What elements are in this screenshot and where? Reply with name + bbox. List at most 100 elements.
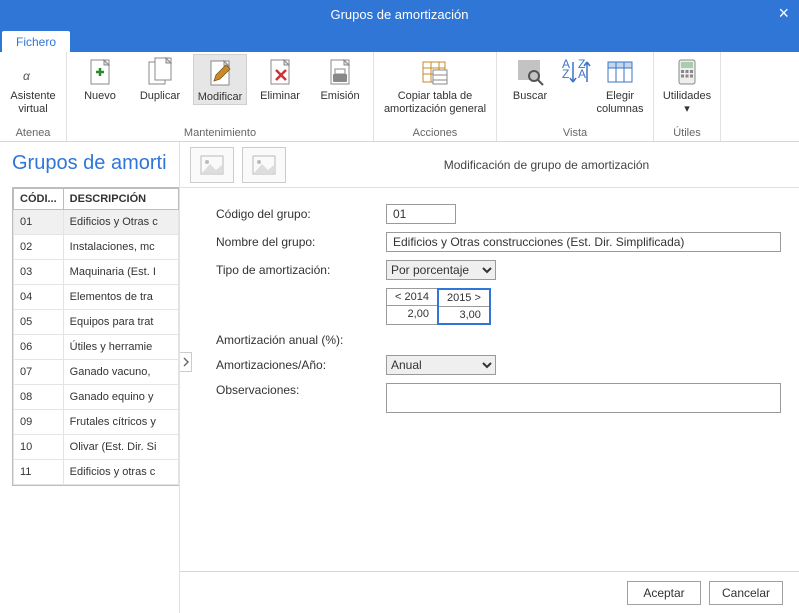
search-icon xyxy=(514,56,546,88)
column-header[interactable]: CÓDI... xyxy=(14,189,64,210)
year-tabs: < 20142,002015 >3,00 xyxy=(386,288,781,325)
cell-code: 03 xyxy=(14,260,64,285)
edit-form: Código del grupo: Nombre del grupo: Tipo… xyxy=(180,188,799,424)
svg-text:A: A xyxy=(578,67,586,81)
table-row[interactable]: 03Maquinaria (Est. I xyxy=(14,260,179,285)
cell-desc: Equipos para trat xyxy=(63,310,178,335)
file-edit-icon xyxy=(204,57,236,89)
table-row[interactable]: 07Ganado vacuno, xyxy=(14,360,179,385)
textarea-obs[interactable] xyxy=(386,383,781,413)
panel-title: Modificación de grupo de amortización xyxy=(294,158,799,172)
cell-desc: Ganado vacuno, xyxy=(63,360,178,385)
panel-header: Modificación de grupo de amortización xyxy=(180,142,799,188)
cell-code: 10 xyxy=(14,435,64,460)
cell-code: 09 xyxy=(14,410,64,435)
button-label: Elegir columnas xyxy=(593,90,647,115)
button-label: Emisión xyxy=(320,90,359,103)
input-nombre[interactable] xyxy=(386,232,781,252)
buscar-button[interactable]: Buscar xyxy=(503,54,557,115)
page-title: Grupos de amorti xyxy=(12,152,179,175)
label-nombre: Nombre del grupo: xyxy=(216,235,386,249)
sort-icon: AZZA xyxy=(559,56,591,88)
select-amort-ano[interactable]: Anual xyxy=(386,355,496,375)
group-caption: Útiles xyxy=(673,125,701,141)
button-label: Eliminar xyxy=(260,90,300,103)
cell-code: 05 xyxy=(14,310,64,335)
year-column: 2015 >3,00 xyxy=(437,288,491,325)
dialog-footer: Aceptar Cancelar xyxy=(180,571,799,613)
year-column: < 20142,00 xyxy=(386,288,438,325)
elegir-button[interactable]: Elegir columnas xyxy=(593,54,647,115)
tab-fichero[interactable]: Fichero xyxy=(2,31,70,52)
table-row[interactable]: 04Elementos de tra xyxy=(14,285,179,310)
calc-icon xyxy=(671,56,703,88)
year-value[interactable]: 2,00 xyxy=(387,306,437,322)
eliminar-button[interactable]: Eliminar xyxy=(253,54,307,105)
label-anual: Amortización anual (%): xyxy=(216,333,386,347)
cell-code: 06 xyxy=(14,335,64,360)
cell-code: 04 xyxy=(14,285,64,310)
window-title: Grupos de amortización xyxy=(0,7,799,22)
select-tipo[interactable]: Por porcentaje xyxy=(386,260,496,280)
table-row[interactable]: 09Frutales cítricos y xyxy=(14,410,179,435)
button-label: Nuevo xyxy=(84,90,116,103)
table-row[interactable]: 05Equipos para trat xyxy=(14,310,179,335)
cell-desc: Olivar (Est. Dir. Si xyxy=(63,435,178,460)
button-label: Duplicar xyxy=(140,90,180,103)
cell-desc: Edificios y otras c xyxy=(63,460,178,485)
group-caption: Acciones xyxy=(413,125,458,141)
button-label: Modificar xyxy=(198,91,243,104)
columns-icon xyxy=(604,56,636,88)
label-amort-ano: Amortizaciones/Año: xyxy=(216,358,386,372)
cell-desc: Instalaciones, mc xyxy=(63,235,178,260)
image-placeholder-1[interactable] xyxy=(190,147,234,183)
cell-code: 01 xyxy=(14,210,64,235)
file-copy-icon xyxy=(144,56,176,88)
table-copy-icon xyxy=(419,56,451,88)
duplicar-button[interactable]: Duplicar xyxy=(133,54,187,105)
accept-button[interactable]: Aceptar xyxy=(627,581,701,605)
label-codigo: Código del grupo: xyxy=(216,207,386,221)
year-header[interactable]: 2015 > xyxy=(439,290,489,307)
tabstrip: Fichero xyxy=(0,28,799,52)
input-codigo[interactable] xyxy=(386,204,456,224)
cell-desc: Edificios y Otras c xyxy=(63,210,178,235)
data-grid[interactable]: CÓDI...DESCRIPCIÓN01Edificios y Otras c0… xyxy=(12,187,179,486)
asistente-button[interactable]: α Asistente virtual xyxy=(6,54,60,115)
ribbon: α Asistente virtual Atenea Nuevo Duplicar Mod… xyxy=(0,52,799,142)
utilidades-button[interactable]: Utilidades ▾ xyxy=(660,54,714,115)
sort-button[interactable]: AZZA xyxy=(563,54,587,115)
button-label: Buscar xyxy=(513,90,547,103)
table-row[interactable]: 08Ganado equino y xyxy=(14,385,179,410)
nuevo-button[interactable]: Nuevo xyxy=(73,54,127,105)
image-placeholder-2[interactable] xyxy=(242,147,286,183)
emisi-n-button[interactable]: Emisión xyxy=(313,54,367,105)
table-row[interactable]: 02Instalaciones, mc xyxy=(14,235,179,260)
modificar-button[interactable]: Modificar xyxy=(193,54,247,105)
file-print-icon xyxy=(324,56,356,88)
button-label: Copiar tabla de amortización general xyxy=(380,90,490,115)
splitter-handle[interactable] xyxy=(180,352,192,372)
cell-code: 02 xyxy=(14,235,64,260)
group-caption: Atenea xyxy=(16,125,51,141)
cancel-button[interactable]: Cancelar xyxy=(709,581,783,605)
column-header[interactable]: DESCRIPCIÓN xyxy=(63,189,178,210)
year-value[interactable]: 3,00 xyxy=(439,307,489,323)
alpha-icon: α xyxy=(17,56,49,88)
group-caption: Vista xyxy=(563,125,587,141)
titlebar: Grupos de amortización × xyxy=(0,0,799,28)
svg-text:Z: Z xyxy=(562,67,569,81)
table-row[interactable]: 11Edificios y otras c xyxy=(14,460,179,485)
close-icon[interactable]: × xyxy=(778,4,789,22)
table-row[interactable]: 01Edificios y Otras c xyxy=(14,210,179,235)
svg-text:α: α xyxy=(23,69,31,83)
cell-desc: Útiles y herramie xyxy=(63,335,178,360)
copiar-tabla-de-button[interactable]: Copiar tabla de amortización general xyxy=(380,54,490,115)
button-label: Asistente virtual xyxy=(6,90,60,115)
cell-desc: Ganado equino y xyxy=(63,385,178,410)
cell-code: 11 xyxy=(14,460,64,485)
cell-desc: Elementos de tra xyxy=(63,285,178,310)
year-header[interactable]: < 2014 xyxy=(387,289,437,306)
table-row[interactable]: 10Olivar (Est. Dir. Si xyxy=(14,435,179,460)
table-row[interactable]: 06Útiles y herramie xyxy=(14,335,179,360)
